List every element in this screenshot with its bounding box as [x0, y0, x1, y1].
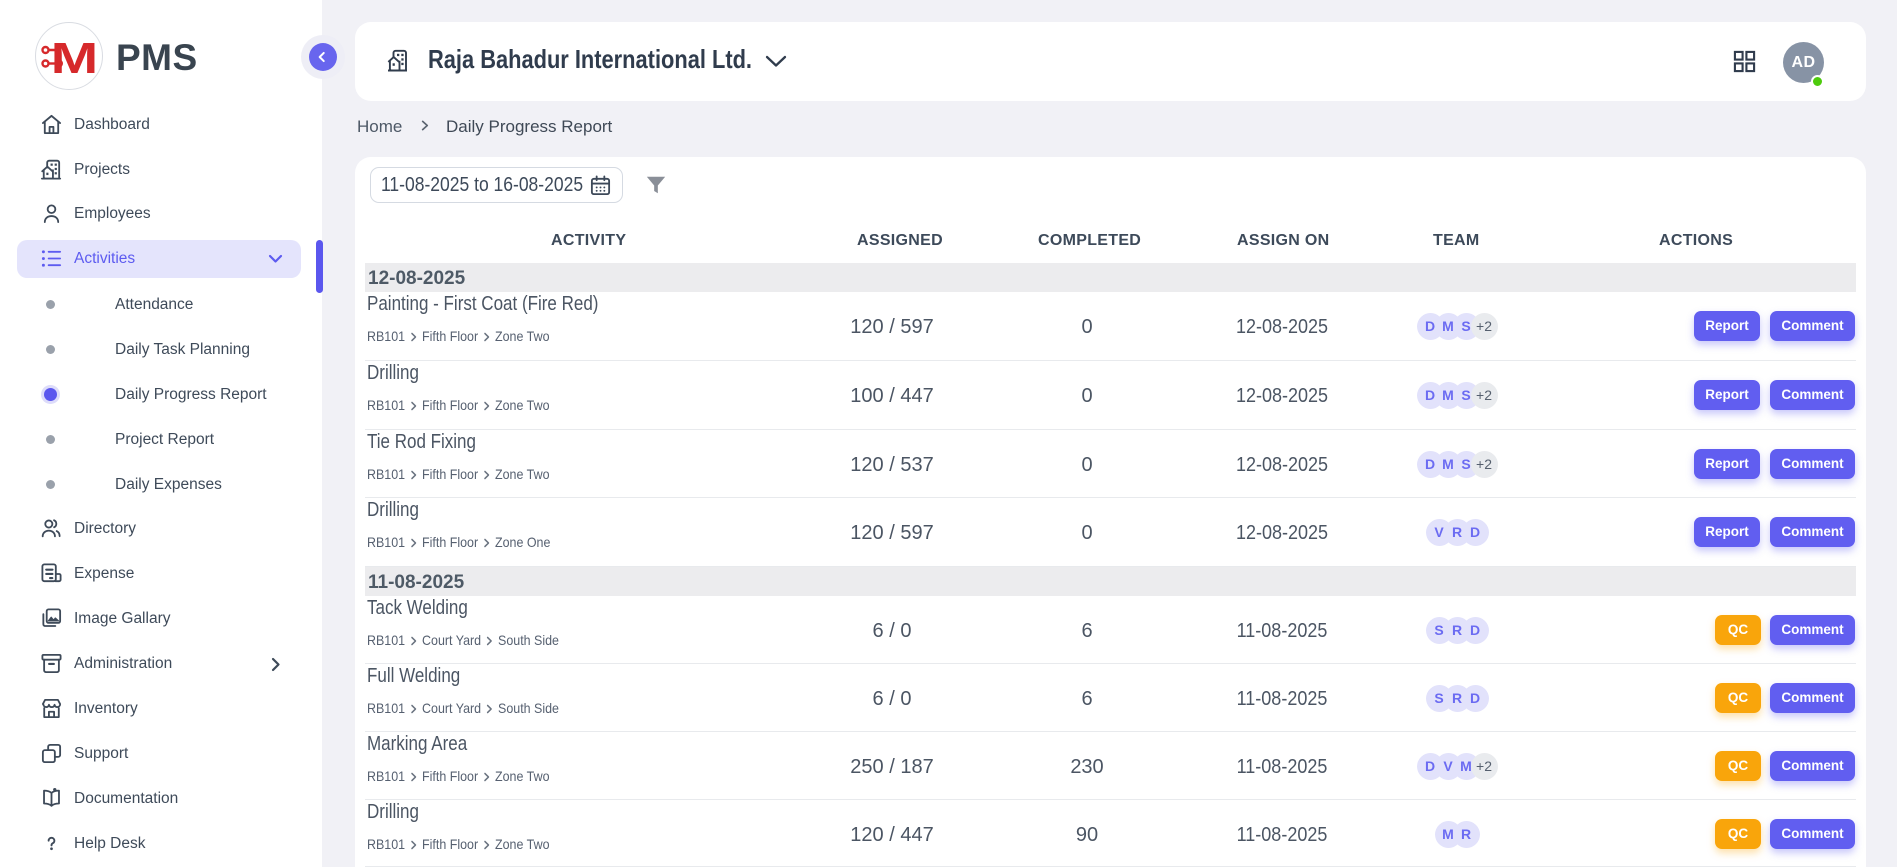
svg-text:M: M: [51, 33, 99, 82]
